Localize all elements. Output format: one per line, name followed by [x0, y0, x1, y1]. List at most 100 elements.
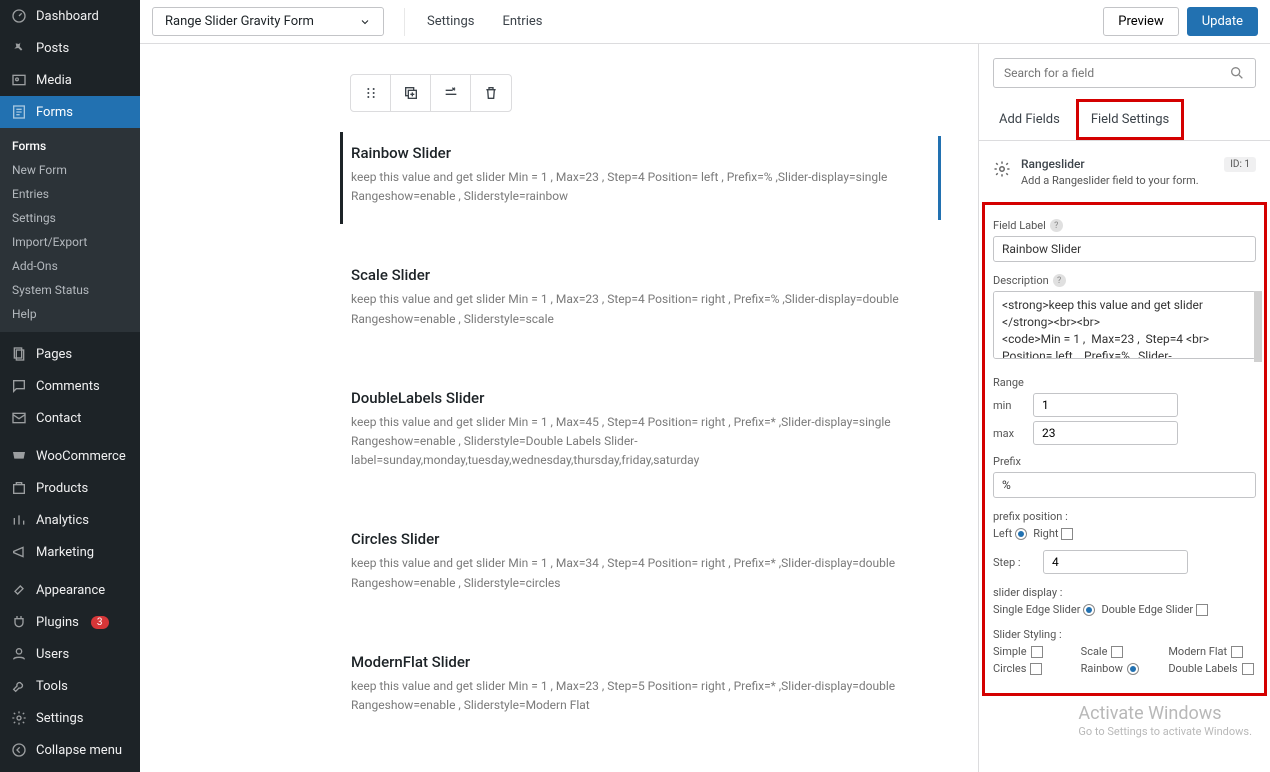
edit-button[interactable] — [431, 75, 471, 111]
field-row[interactable]: DoubleLabels Slider keep this value and … — [340, 377, 938, 489]
megaphone-icon — [10, 543, 28, 561]
style-scale[interactable]: Scale — [1081, 645, 1169, 658]
nav-label: Settings — [36, 711, 83, 726]
nav-label: Users — [36, 647, 69, 662]
sub-forms[interactable]: Forms — [0, 134, 140, 158]
field-row[interactable]: ModernFlat Slider keep this value and ge… — [340, 641, 938, 733]
label-prefix-position: prefix position : — [993, 510, 1068, 523]
gauge-icon — [10, 7, 28, 25]
nav-posts[interactable]: Posts — [0, 32, 140, 64]
max-input[interactable] — [1033, 421, 1178, 445]
nav-label: WooCommerce — [36, 449, 126, 464]
forms-icon — [10, 103, 28, 121]
drag-handle-button[interactable] — [351, 75, 391, 111]
nav-label: Pages — [36, 347, 72, 362]
sub-addons[interactable]: Add-Ons — [0, 254, 140, 278]
woo-icon — [10, 447, 28, 465]
field-row[interactable]: Circles Slider keep this value and get s… — [340, 518, 938, 610]
style-simple[interactable]: Simple — [993, 645, 1081, 658]
field-title: Scale Slider — [351, 266, 920, 284]
preview-button[interactable]: Preview — [1103, 7, 1178, 36]
link-entries[interactable]: Entries — [492, 8, 552, 35]
label-slider-styling: Slider Styling : — [993, 628, 1062, 641]
field-id-badge: ID: 1 — [1224, 157, 1256, 172]
mail-icon — [10, 409, 28, 427]
tab-add-fields[interactable]: Add Fields — [987, 102, 1072, 140]
field-description: keep this value and get slider Min = 1 ,… — [351, 413, 920, 471]
radio-left[interactable]: Left — [993, 527, 1027, 540]
description-textarea[interactable]: <strong>keep this value and get slider <… — [993, 291, 1256, 359]
nav-pages[interactable]: Pages — [0, 338, 140, 370]
link-settings[interactable]: Settings — [417, 8, 484, 35]
update-button[interactable]: Update — [1187, 7, 1258, 36]
nav-label: Appearance — [36, 583, 105, 598]
label-prefix: Prefix — [993, 455, 1021, 468]
gear-icon — [993, 160, 1011, 178]
help-icon[interactable]: ? — [1053, 274, 1066, 287]
radio-double-edge[interactable]: Double Edge Slider — [1101, 603, 1208, 616]
field-row[interactable]: rainbow with Label keep this value and g… — [340, 763, 938, 772]
field-title: DoubleLabels Slider — [351, 389, 920, 407]
sub-entries[interactable]: Entries — [0, 182, 140, 206]
field-row[interactable]: Rainbow Slider keep this value and get s… — [340, 132, 938, 224]
nav-comments[interactable]: Comments — [0, 370, 140, 402]
gear-icon — [10, 709, 28, 727]
nav-plugins[interactable]: Plugins3 — [0, 606, 140, 638]
form-editor: Rainbow Slider keep this value and get s… — [140, 44, 978, 772]
checkbox-icon — [1196, 604, 1208, 616]
help-icon[interactable]: ? — [1050, 219, 1063, 232]
nav-appearance[interactable]: Appearance — [0, 574, 140, 606]
nav-tools[interactable]: Tools — [0, 670, 140, 702]
nav-settings[interactable]: Settings — [0, 702, 140, 734]
nav-media[interactable]: Media — [0, 64, 140, 96]
field-row[interactable]: Scale Slider keep this value and get sli… — [340, 254, 938, 346]
checkbox-icon — [1061, 528, 1073, 540]
nav-dashboard[interactable]: Dashboard — [0, 0, 140, 32]
nav-label: Collapse menu — [36, 743, 122, 758]
nav-contact[interactable]: Contact — [0, 402, 140, 434]
radio-icon — [1083, 604, 1095, 616]
min-input[interactable] — [1033, 393, 1178, 417]
form-name: Range Slider Gravity Form — [165, 14, 314, 29]
style-modern[interactable]: Modern Flat — [1168, 645, 1256, 658]
field-description: keep this value and get slider Min = 1 ,… — [351, 554, 920, 592]
sub-help[interactable]: Help — [0, 302, 140, 326]
duplicate-button[interactable] — [391, 75, 431, 111]
comment-icon — [10, 377, 28, 395]
style-rainbow[interactable]: Rainbow — [1081, 662, 1169, 675]
label-max: max — [993, 427, 1023, 440]
nav-woocommerce[interactable]: WooCommerce — [0, 440, 140, 472]
step-input[interactable] — [1043, 550, 1188, 574]
nav-label: Media — [36, 73, 72, 88]
search-input[interactable] — [1004, 66, 1229, 80]
forms-submenu: Forms New Form Entries Settings Import/E… — [0, 128, 140, 332]
field-description: keep this value and get slider Min = 1 ,… — [351, 677, 920, 715]
prefix-input[interactable] — [993, 472, 1256, 498]
style-double[interactable]: Double Labels — [1168, 662, 1256, 675]
wrench-icon — [10, 677, 28, 695]
field-label-input[interactable] — [993, 236, 1256, 262]
collapse-menu[interactable]: Collapse menu — [0, 734, 140, 766]
nav-users[interactable]: Users — [0, 638, 140, 670]
sub-settings[interactable]: Settings — [0, 206, 140, 230]
pages-icon — [10, 345, 28, 363]
nav-marketing[interactable]: Marketing — [0, 536, 140, 568]
radio-right[interactable]: Right — [1033, 527, 1073, 540]
nav-products[interactable]: Products — [0, 472, 140, 504]
nav-forms[interactable]: Forms — [0, 96, 140, 128]
delete-button[interactable] — [471, 75, 511, 111]
label-range: Range — [993, 376, 1024, 389]
label-field-label: Field Label — [993, 219, 1046, 232]
nav-analytics[interactable]: Analytics — [0, 504, 140, 536]
sub-import[interactable]: Import/Export — [0, 230, 140, 254]
brush-icon — [10, 581, 28, 599]
sub-status[interactable]: System Status — [0, 278, 140, 302]
form-switcher[interactable]: Range Slider Gravity Form — [152, 7, 384, 36]
field-title: Circles Slider — [351, 530, 920, 548]
style-circles[interactable]: Circles — [993, 662, 1081, 675]
nav-label: Marketing — [36, 545, 94, 560]
tab-field-settings[interactable]: Field Settings — [1076, 99, 1184, 140]
radio-single-edge[interactable]: Single Edge Slider — [993, 603, 1095, 616]
sub-newform[interactable]: New Form — [0, 158, 140, 182]
field-search[interactable] — [993, 58, 1256, 88]
